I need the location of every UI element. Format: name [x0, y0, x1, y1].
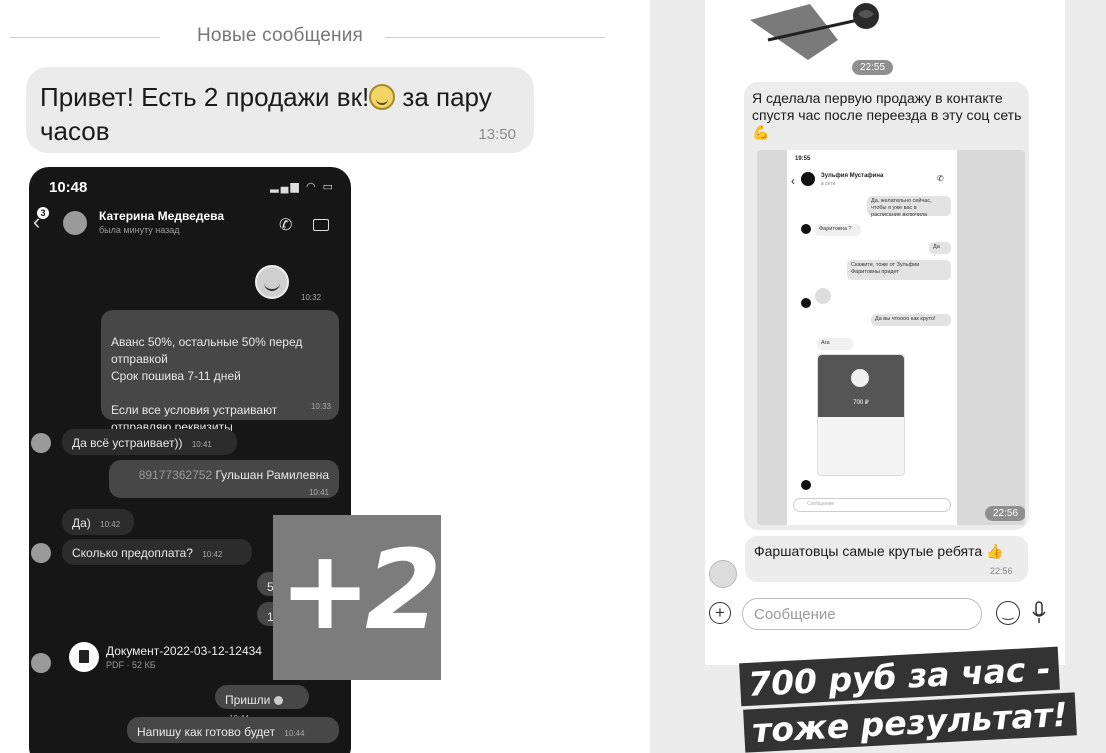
message-text-content: Я сделала первую продажу в контакте спус… [752, 90, 1022, 123]
smile-emoji-sticker-icon [255, 265, 289, 299]
smile-emoji-icon [369, 84, 396, 110]
phone-number-link[interactable]: 89177362752 [139, 468, 212, 482]
inner-message: Да вы чтоооо как круто! [871, 314, 951, 326]
contact-avatar [31, 433, 51, 453]
message-bubble-sales[interactable]: Привет! Есть 2 продажи вк! за пару часов… [26, 67, 534, 153]
grin-emoji-icon [273, 696, 283, 705]
message-text: Да) [72, 516, 91, 530]
document-name[interactable]: Документ-2022-03-12-12434 [106, 644, 262, 658]
left-chat-panel: Новые сообщения Привет! Есть 2 продажи в… [0, 0, 610, 753]
inner-message: Ага [817, 338, 853, 350]
inner-payment-amount: 700 ₽ [853, 400, 869, 406]
plus-two-label: +2 [279, 526, 442, 654]
document-icon[interactable] [69, 642, 99, 672]
message-time: 10:41 [308, 488, 329, 497]
message-time: 10:42 [202, 550, 223, 559]
message-time: 10:42 [100, 520, 121, 529]
inner-message: Скажите, тоже от Зульфии Фаритовны приде… [847, 260, 951, 280]
message-text: Фаршатовцы самые крутые ребята 👍 [754, 543, 1004, 560]
message-bubble-incoming[interactable]: Сколько предоплата? 10:42 [62, 539, 252, 565]
inner-input-placeholder: Сообщение [807, 501, 835, 507]
inner-message: Фаритовна ? [815, 224, 861, 236]
message-bubble-outgoing[interactable]: 89177362752 Гульшан Рамилевна 10:41 [109, 460, 339, 498]
inner-message: Да [929, 242, 951, 254]
contact-status: была минуту назад [99, 225, 180, 235]
contact-name[interactable]: Катерина Медведева [99, 209, 224, 223]
inner-payment-card: 700 ₽ [817, 354, 905, 476]
message-bubble-incoming[interactable]: Да) 10:42 [62, 509, 134, 535]
plus-two-overlay: +2 [273, 515, 442, 680]
contact-avatar [31, 653, 51, 673]
inner-sticker-icon [815, 288, 831, 304]
inner-phone-screen: 19:55 ‹ Зульфия Мустафина в сети ✆ Да, ж… [787, 150, 957, 525]
message-text: Гульшан Рамилевна [215, 468, 329, 482]
message-text: Напишу как готово будет [137, 725, 276, 739]
phone-call-icon[interactable]: ✆ [279, 215, 292, 235]
message-bubble-outgoing[interactable]: Пришли 10:44 [215, 685, 309, 723]
phone-status-time: 10:48 [49, 179, 88, 196]
video-call-icon[interactable] [313, 219, 329, 231]
emoji-picker-icon[interactable]: ‿ [996, 601, 1020, 625]
inner-avatar [801, 298, 811, 308]
message-text-part1: Привет! Есть 2 продажи вк! [40, 82, 370, 112]
message-time: 10:41 [191, 440, 212, 449]
inner-message: Да, желательно сейчас, чтобы я уже вас в… [867, 196, 951, 218]
message-text: Пришли [225, 693, 271, 707]
message-text-content: Фаршатовцы самые крутые ребята [754, 543, 983, 559]
inner-contact-name: Зульфия Мустафина [821, 173, 884, 179]
microphone-icon[interactable] [1031, 600, 1047, 626]
signal-wifi-battery-icon: ▂▄▆ ◠ ▭ [270, 181, 335, 193]
sticker-time: 22:55 [852, 60, 894, 75]
new-messages-divider: Новые сообщения [197, 25, 363, 46]
message-text: Да всё устраивает)) [72, 436, 183, 450]
inner-contact-status: в сети [821, 181, 836, 187]
sender-avatar[interactable] [709, 560, 737, 588]
message-bubble-outgoing[interactable]: Аванс 50%, остальные 50% перед отправкой… [101, 310, 339, 434]
contact-avatar [31, 543, 51, 563]
inner-avatar [801, 172, 815, 186]
message-bubble-outgoing[interactable]: Напишу как готово будет 10:44 [127, 717, 339, 743]
message-text: Привет! Есть 2 продажи вк! за пару часов [40, 80, 520, 148]
message-time: 22:56 [990, 566, 1013, 576]
thumbs-up-emoji-icon: 👍 [986, 543, 1004, 559]
message-time: 13:50 [478, 126, 516, 143]
message-text: Сколько предоплата? [72, 546, 193, 560]
message-input-placeholder: Сообщение [754, 606, 836, 623]
message-text: Аванс 50%, остальные 50% перед отправкой… [111, 335, 303, 434]
add-attachment-icon[interactable]: + [709, 602, 731, 624]
inner-call-icon: ✆ [937, 174, 944, 183]
inner-status-time: 19:55 [795, 156, 811, 162]
inner-avatar [801, 480, 811, 490]
flexed-biceps-emoji-icon: 💪 [752, 124, 770, 140]
message-time: 10:33 [310, 402, 331, 411]
inner-back-icon: ‹ [791, 174, 795, 188]
message-bubble-incoming[interactable]: Да всё устраивает)) 10:41 [62, 429, 237, 455]
embedded-screenshot[interactable]: 19:55 ‹ Зульфия Мустафина в сети ✆ Да, ж… [757, 150, 1025, 525]
inner-check-icon [851, 369, 869, 387]
contact-avatar[interactable] [63, 211, 87, 235]
message-time: 10:32 [301, 293, 322, 302]
screenshot-time: 22:56 [985, 506, 1025, 521]
message-text: Я сделала первую продажу в контакте спус… [752, 90, 1022, 141]
message-time: 10:44 [284, 729, 305, 738]
document-meta: PDF · 52 КБ [106, 660, 156, 670]
unread-badge: 3 [37, 207, 49, 219]
inner-avatar [801, 224, 811, 234]
